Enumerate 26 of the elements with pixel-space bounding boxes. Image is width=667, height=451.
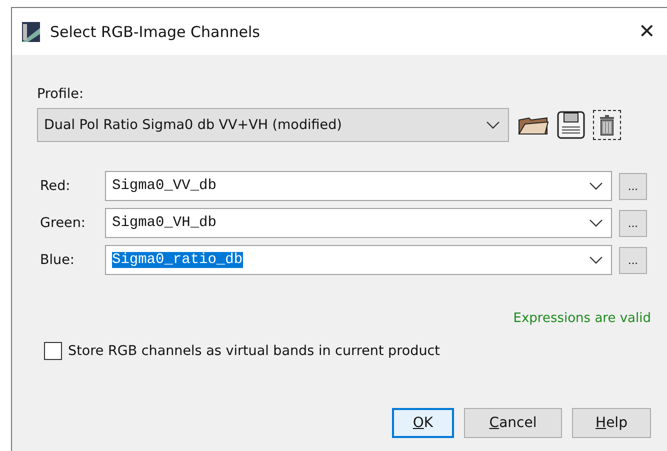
edit-expression-button[interactable]: ... xyxy=(619,172,647,200)
dialog-button[interactable]: OK xyxy=(392,408,454,438)
checkbox[interactable] xyxy=(44,342,62,360)
trash-icon xyxy=(599,114,615,136)
expression-dropdown[interactable]: Sigma0_VV_db xyxy=(105,171,612,201)
window-title: Select RGB-Image Channels xyxy=(50,22,261,40)
channel-label: Red: xyxy=(40,178,72,194)
edit-expression-button[interactable]: ... xyxy=(619,246,647,274)
dialog-button[interactable]: Cancel xyxy=(464,408,562,438)
channel-label: Blue: xyxy=(40,252,76,268)
app-logo-icon xyxy=(22,22,40,42)
save-button[interactable] xyxy=(557,110,585,140)
profile-label: Profile: xyxy=(37,86,84,102)
checkbox-label: Store RGB channels as virtual bands in current product xyxy=(68,343,440,359)
validation-message: Expressions are valid xyxy=(512,311,651,326)
delete-button[interactable] xyxy=(593,110,621,140)
expression-dropdown[interactable]: Sigma0_ratio_db xyxy=(105,245,612,275)
expression-dropdown[interactable]: Sigma0_VH_db xyxy=(105,208,612,238)
profile-dropdown[interactable]: Dual Pol Ratio Sigma0 db VV+VH (modified) xyxy=(37,108,509,142)
expression-text: Sigma0_ratio_db xyxy=(112,252,243,268)
expression-text: Sigma0_VH_db xyxy=(112,215,216,231)
dialog-button[interactable]: Help xyxy=(572,408,651,438)
expression-text: Sigma0_VV_db xyxy=(112,178,216,194)
channel-label: Green: xyxy=(40,215,86,231)
edit-expression-button[interactable]: ... xyxy=(619,210,647,236)
close-button[interactable]: ✕ xyxy=(625,19,667,44)
